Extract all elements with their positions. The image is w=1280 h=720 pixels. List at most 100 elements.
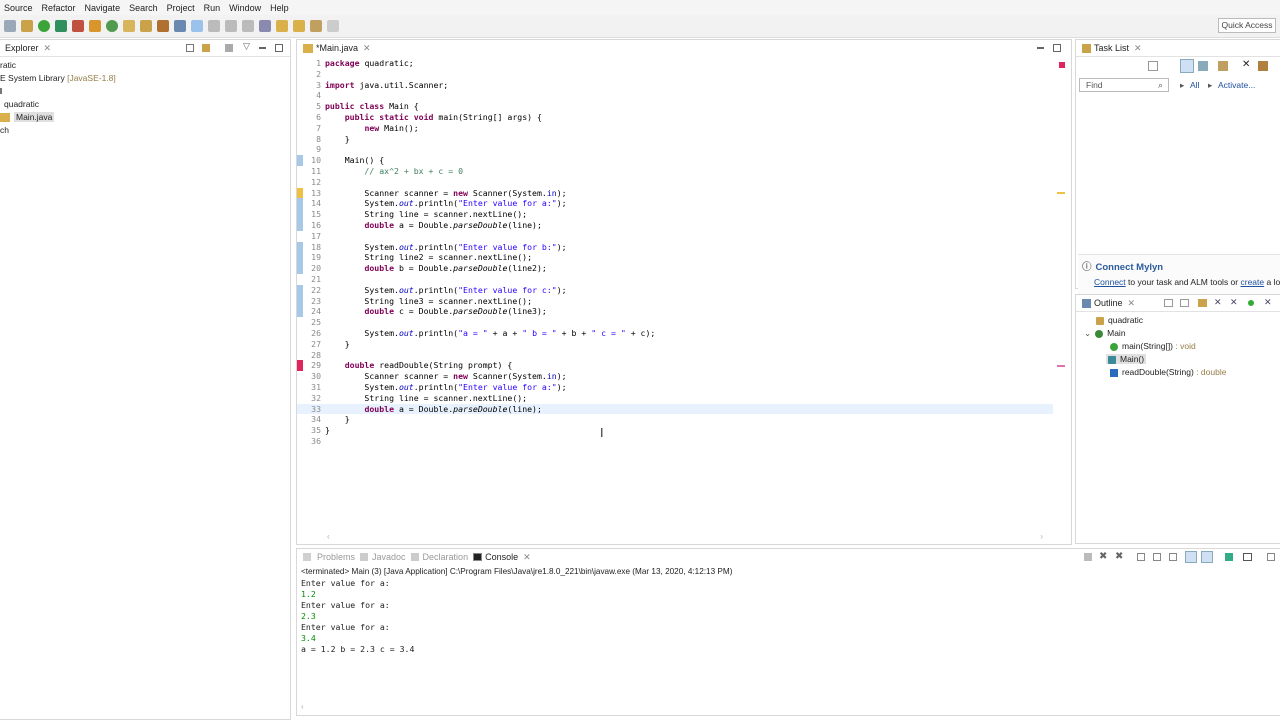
tab-console[interactable]: Console: [471, 549, 521, 566]
new-class-icon[interactable]: [106, 20, 118, 32]
code-line[interactable]: 5 public class Main {: [297, 101, 1053, 112]
menu-source[interactable]: Source: [0, 3, 37, 13]
hide-nonpublic-icon[interactable]: ✕: [1230, 297, 1238, 308]
maximize-icon[interactable]: [275, 44, 283, 52]
search-icon[interactable]: [157, 20, 169, 32]
menu-search[interactable]: Search: [125, 3, 162, 13]
coverage-icon[interactable]: [55, 20, 67, 32]
clear-console-icon[interactable]: [1137, 553, 1145, 561]
collapse-icon[interactable]: ✕: [1242, 59, 1250, 70]
hide-static-icon[interactable]: ✕: [1214, 297, 1222, 308]
menu-refactor[interactable]: Refactor: [38, 3, 80, 13]
code-line[interactable]: 29 double readDouble(String prompt) {: [297, 360, 1053, 372]
code-line[interactable]: 33 double a = Double.parseDouble(line);: [297, 403, 1053, 415]
outline-tab[interactable]: Outline: [1091, 295, 1126, 312]
tree-item-src[interactable]: [0, 85, 290, 98]
show-on-error-icon[interactable]: [1201, 551, 1213, 563]
menu-navigate[interactable]: Navigate: [81, 3, 125, 13]
code-line[interactable]: 2: [297, 69, 1053, 80]
code-line[interactable]: 9: [297, 144, 1053, 155]
code-line[interactable]: 3 import java.util.Scanner;: [297, 80, 1053, 91]
code-line[interactable]: 7 new Main();: [297, 123, 1053, 134]
code-line[interactable]: 15 String line = scanner.nextLine();: [297, 209, 1053, 220]
pilcrow-icon[interactable]: [242, 20, 254, 32]
collapse-all-icon[interactable]: [1164, 299, 1173, 307]
code-line[interactable]: 18 System.out.println("Enter value for b…: [297, 241, 1053, 253]
code-line[interactable]: 17: [297, 231, 1053, 242]
tab-declaration[interactable]: Declaration: [409, 549, 472, 566]
code-line[interactable]: 14 System.out.println("Enter value for a…: [297, 198, 1053, 210]
menu-project[interactable]: Project: [163, 3, 199, 13]
code-line[interactable]: 16 double a = Double.parseDouble(line);: [297, 219, 1053, 231]
view-menu-icon[interactable]: ✕: [1264, 297, 1272, 308]
warning-marker[interactable]: [1057, 192, 1065, 194]
quick-access-field[interactable]: Quick Access: [1218, 18, 1276, 33]
scroll-lock-icon[interactable]: [1153, 553, 1161, 561]
minimize-icon[interactable]: [1037, 47, 1044, 49]
show-on-output-icon[interactable]: [1185, 551, 1197, 563]
back-icon[interactable]: [310, 20, 322, 32]
hide-fields-icon[interactable]: [1198, 299, 1207, 307]
code-line[interactable]: 28: [297, 350, 1053, 361]
explorer-tab[interactable]: Explorer: [2, 40, 42, 57]
external-tools-icon[interactable]: [72, 20, 84, 32]
tasklist-tab[interactable]: Task List: [1091, 40, 1132, 57]
code-line[interactable]: 23 String line3 = scanner.nextLine();: [297, 295, 1053, 307]
connect-link[interactable]: Connect: [1094, 277, 1126, 287]
scroll-left-icon[interactable]: ‹: [327, 532, 330, 541]
new-task-icon[interactable]: [1148, 61, 1158, 71]
settings-icon[interactable]: [4, 20, 16, 32]
tree-item-jre[interactable]: E System Library [JavaSE-1.8]: [0, 72, 290, 85]
code-line[interactable]: 32 String line = scanner.nextLine();: [297, 393, 1053, 404]
open-console-icon[interactable]: [1267, 553, 1275, 561]
remove-launch-icon[interactable]: ✖: [1099, 551, 1107, 562]
show-whitespace-icon[interactable]: [225, 20, 237, 32]
code-line[interactable]: 20 double b = Double.parseDouble(line2);: [297, 263, 1053, 274]
new-package-icon[interactable]: [89, 20, 101, 32]
outline-item-class[interactable]: ⌄ Main: [1076, 327, 1280, 340]
tree-item-file[interactable]: Main.java: [0, 111, 290, 124]
tree-item-other[interactable]: ch: [0, 124, 290, 137]
forward-icon[interactable]: [327, 20, 339, 32]
open-task-icon[interactable]: [140, 20, 152, 32]
code-line[interactable]: 24 double c = Double.parseDouble(line3);: [297, 306, 1053, 318]
close-icon[interactable]: ✕: [1134, 43, 1142, 54]
menu-help[interactable]: Help: [266, 3, 293, 13]
editor-tab[interactable]: *Main.java: [313, 40, 361, 57]
code-line[interactable]: 1 package quadratic;: [297, 58, 1053, 69]
close-icon[interactable]: ✕: [1128, 298, 1136, 309]
focus-icon[interactable]: [1218, 61, 1228, 71]
code-line[interactable]: 21: [297, 274, 1053, 285]
debug-icon[interactable]: [21, 20, 33, 32]
next-annotation-icon[interactable]: [276, 20, 288, 32]
code-line[interactable]: 12: [297, 177, 1053, 188]
tab-javadoc[interactable]: Javadoc: [358, 549, 409, 566]
code-area[interactable]: 1 package quadratic; 2 3 import java.util.Sc…: [297, 58, 1053, 526]
activate-link[interactable]: Activate...: [1218, 80, 1255, 90]
overview-ruler[interactable]: [1057, 60, 1067, 524]
code-line[interactable]: 27 }: [297, 339, 1053, 350]
word-wrap-icon[interactable]: [1169, 553, 1177, 561]
code-line[interactable]: 31 System.out.println("Enter value for a…: [297, 382, 1053, 393]
categorized-icon[interactable]: [1180, 59, 1194, 73]
previous-annotation-icon[interactable]: [293, 20, 305, 32]
outline-item-package[interactable]: quadratic: [1076, 314, 1280, 327]
tree-item-project[interactable]: ratic: [0, 59, 290, 72]
outline-item-constructor[interactable]: Main(): [1076, 353, 1280, 366]
code-line[interactable]: 22 System.out.println("Enter value for c…: [297, 284, 1053, 296]
filter-icon[interactable]: [225, 44, 233, 52]
find-input[interactable]: Find: [1079, 78, 1169, 92]
view-menu-icon[interactable]: ▽: [243, 41, 250, 52]
tab-problems[interactable]: Problems: [299, 549, 358, 566]
code-line[interactable]: 13 Scanner scanner = new Scanner(System.…: [297, 187, 1053, 199]
terminate-icon[interactable]: [1084, 553, 1092, 561]
create-link[interactable]: create: [1240, 277, 1264, 287]
run-icon[interactable]: [38, 20, 50, 32]
code-line[interactable]: 19 String line2 = scanner.nextLine();: [297, 252, 1053, 264]
scroll-left-icon[interactable]: ‹: [301, 702, 304, 711]
close-icon[interactable]: ✕: [523, 552, 531, 563]
remove-all-icon[interactable]: ✖: [1115, 551, 1123, 562]
outline-item-method[interactable]: readDouble(String) : double: [1076, 366, 1280, 379]
code-line[interactable]: 10 Main() {: [297, 155, 1053, 166]
outline-item-method[interactable]: main(String[]) : void: [1076, 340, 1280, 353]
